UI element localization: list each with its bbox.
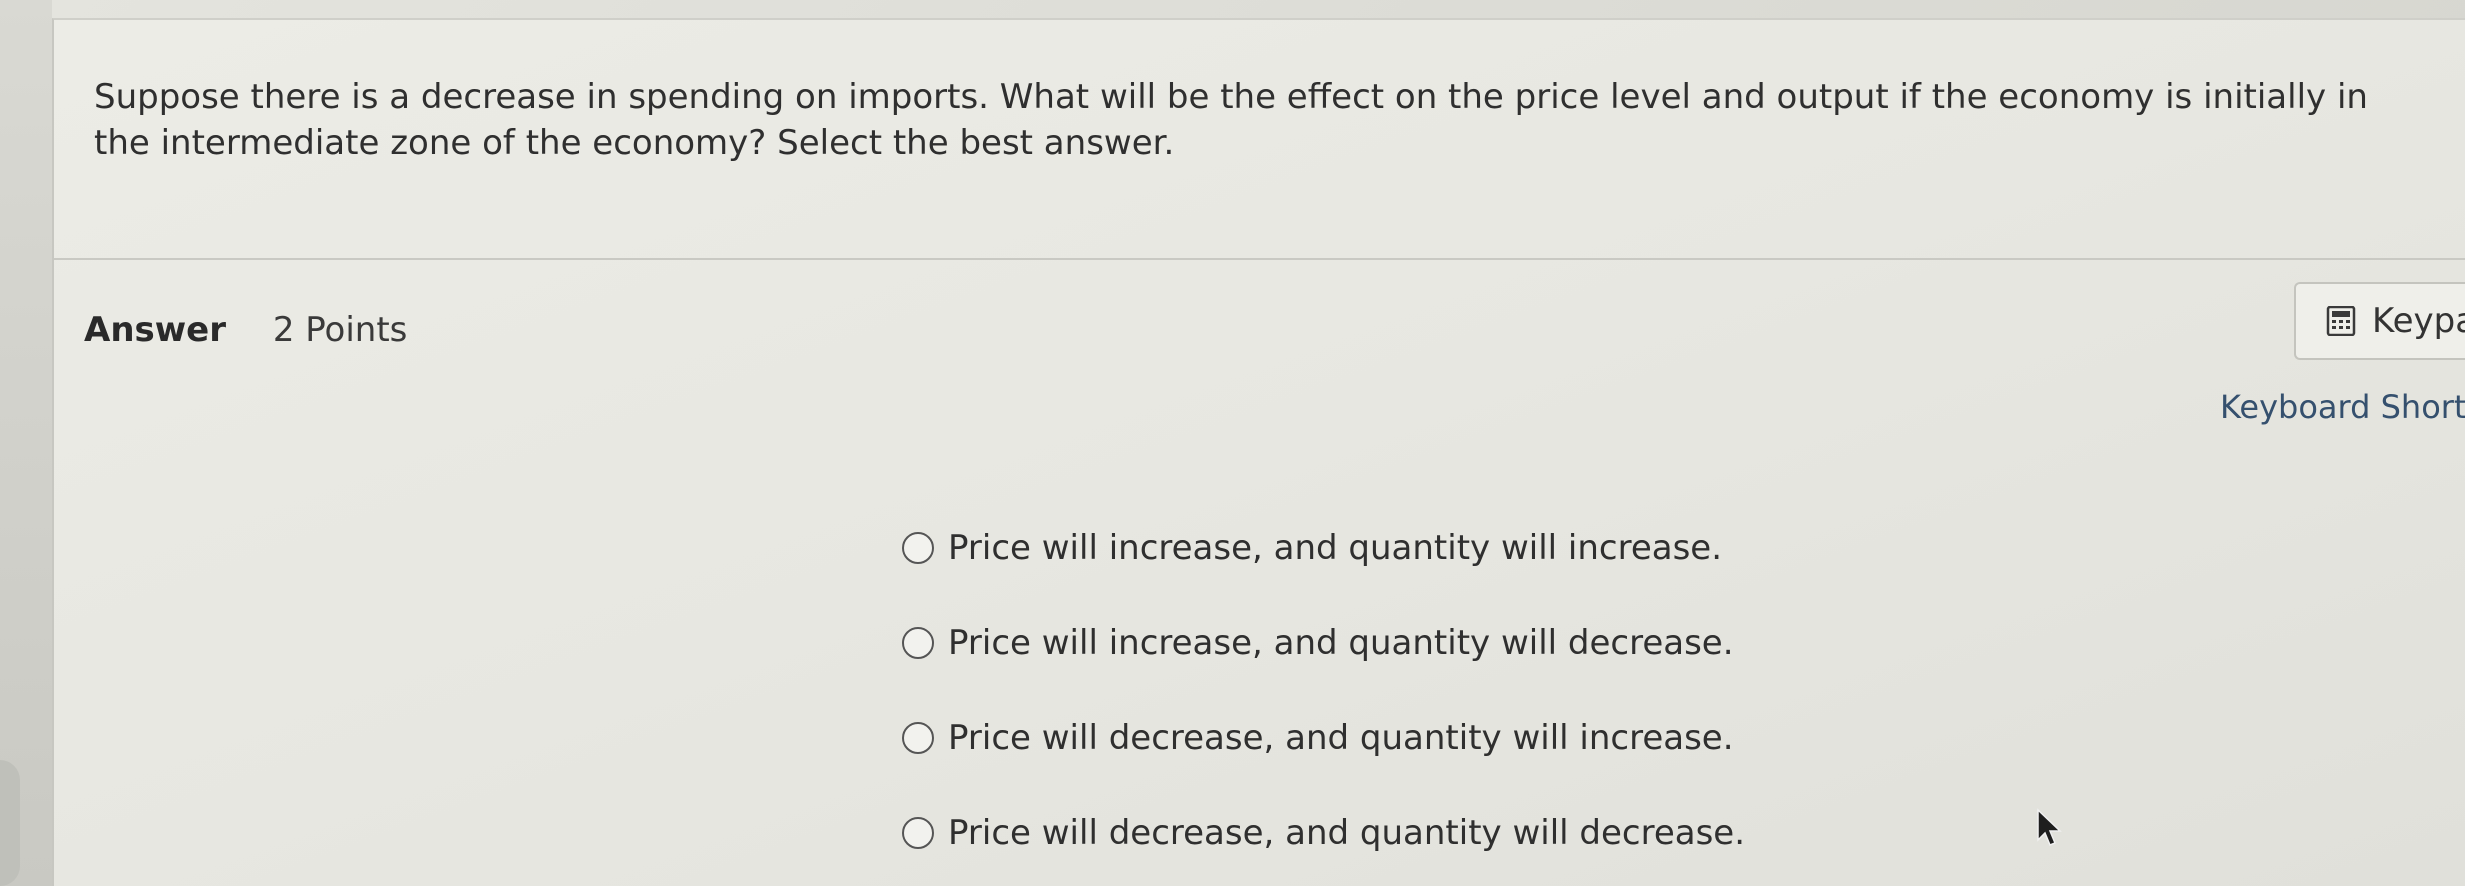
radio-button[interactable] bbox=[902, 531, 934, 564]
answer-label: Answer bbox=[84, 310, 226, 350]
option-2[interactable]: Price will increase, and quantity will d… bbox=[902, 595, 1745, 690]
divider bbox=[54, 258, 2465, 260]
answer-options: Price will increase, and quantity will i… bbox=[902, 500, 1745, 880]
radio-button[interactable] bbox=[902, 721, 934, 754]
option-4[interactable]: Price will decrease, and quantity will d… bbox=[902, 785, 1745, 880]
keyboard-shortcuts-link[interactable]: Keyboard Short bbox=[2220, 388, 2465, 426]
page: Suppose there is a decrease in spending … bbox=[0, 0, 2465, 886]
question-card: Suppose there is a decrease in spending … bbox=[52, 18, 2465, 886]
answer-header: Answer 2 Points bbox=[84, 310, 407, 350]
radio-button[interactable] bbox=[902, 626, 934, 659]
left-gutter bbox=[0, 0, 52, 886]
option-label: Price will decrease, and quantity will d… bbox=[948, 812, 1746, 853]
gutter-tab bbox=[0, 760, 20, 886]
mouse-pointer-icon bbox=[2037, 808, 2062, 846]
radio-button[interactable] bbox=[902, 816, 934, 849]
option-3[interactable]: Price will decrease, and quantity will i… bbox=[902, 690, 1745, 785]
points-label: 2 Points bbox=[272, 310, 408, 350]
option-label: Price will increase, and quantity will d… bbox=[948, 622, 1734, 663]
keypad-button[interactable]: Keypa bbox=[2294, 282, 2465, 360]
question-text: Suppose there is a decrease in spending … bbox=[94, 77, 2368, 163]
option-label: Price will increase, and quantity will i… bbox=[948, 527, 1723, 568]
option-1[interactable]: Price will increase, and quantity will i… bbox=[902, 500, 1745, 595]
calculator-icon bbox=[2326, 306, 2356, 336]
keypad-label: Keypa bbox=[2372, 301, 2465, 341]
option-label: Price will decrease, and quantity will i… bbox=[948, 717, 1734, 758]
